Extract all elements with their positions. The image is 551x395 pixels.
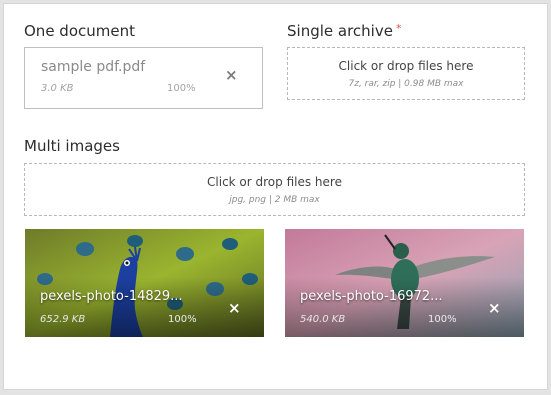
one-document-file-item: sample pdf.pdf 3.0 KB 100% ×	[24, 47, 263, 109]
single-archive-label: Single archive *	[287, 22, 401, 40]
required-marker: *	[395, 22, 402, 35]
multi-images-dropzone[interactable]: Click or drop files here jpg, png | 2 MB…	[24, 163, 525, 216]
single-archive-dropzone[interactable]: Click or drop files here 7z, rar, zip | …	[287, 47, 525, 100]
dropzone-text: Click or drop files here	[207, 175, 342, 189]
close-icon[interactable]: ×	[228, 299, 241, 317]
multi-images-label: Multi images	[24, 137, 120, 155]
file-progress: 100%	[167, 83, 196, 94]
close-icon[interactable]: ×	[225, 66, 238, 84]
image-file-progress: 100%	[428, 314, 457, 325]
image-file-size: 540.0 KB	[300, 314, 346, 325]
image-file-progress: 100%	[168, 314, 197, 325]
dropzone-hint: 7z, rar, zip | 0.98 MB max	[348, 79, 464, 89]
image-tile: pexels-photo-14829... 652.9 KB 100% ×	[25, 229, 264, 337]
image-file-name: pexels-photo-16972...	[300, 289, 443, 304]
image-tile: pexels-photo-16972... 540.0 KB 100% ×	[285, 229, 524, 337]
one-document-label: One document	[24, 22, 135, 40]
dropzone-text: Click or drop files here	[338, 59, 474, 73]
image-file-name: pexels-photo-14829...	[40, 289, 183, 304]
dropzone-hint: jpg, png | 2 MB max	[229, 195, 320, 205]
image-file-size: 652.9 KB	[40, 314, 86, 325]
file-size: 3.0 KB	[41, 83, 74, 94]
close-icon[interactable]: ×	[488, 299, 501, 317]
file-name: sample pdf.pdf	[41, 59, 146, 75]
single-archive-label-text: Single archive	[287, 22, 393, 40]
